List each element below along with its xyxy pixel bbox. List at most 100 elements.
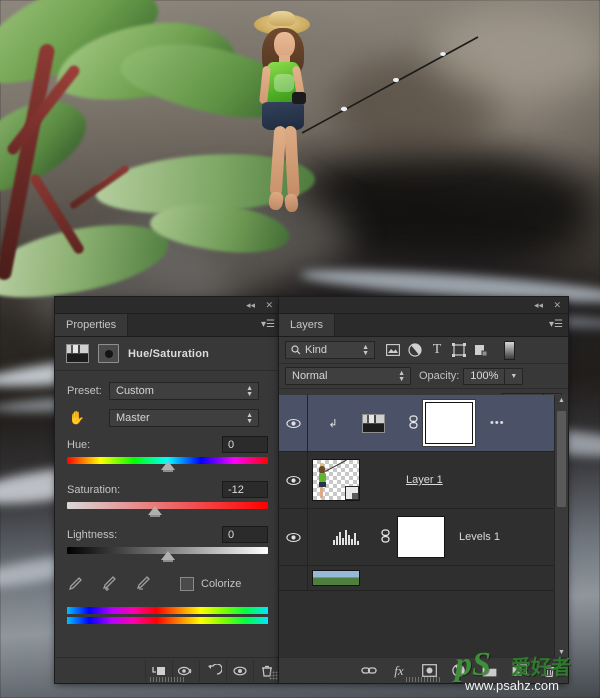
colorize-option[interactable]: Colorize — [180, 576, 241, 591]
hue-slider[interactable] — [67, 456, 268, 472]
reset-adjustment-icon[interactable] — [198, 659, 226, 682]
layer-thumbnail[interactable] — [312, 459, 360, 501]
new-adjustment-layer-icon[interactable] — [444, 660, 474, 682]
layer-name[interactable]: Levels 1 — [459, 531, 500, 543]
filter-enable-toggle[interactable] — [498, 340, 520, 360]
layer-visibility-toggle[interactable] — [279, 452, 308, 508]
lightness-slider[interactable] — [67, 546, 268, 562]
filter-kind-label: Kind — [305, 344, 328, 356]
table-row[interactable]: ↲ ••• — [279, 395, 568, 452]
colorize-checkbox[interactable] — [180, 576, 194, 591]
layer-name[interactable]: Layer 1 — [406, 474, 443, 486]
layers-panel[interactable]: ◂◂ ✕ Layers ▾☰ Kind ▲ ▼ T Normal ▲ ▼ Opa… — [279, 297, 568, 683]
composited-girl-image — [236, 11, 328, 266]
blend-mode-value: Normal — [292, 370, 328, 382]
preset-row: Preset: Custom ▲ ▼ — [67, 382, 268, 400]
search-icon — [291, 345, 301, 355]
lightness-slider-knob[interactable] — [160, 551, 175, 562]
link-layers-icon[interactable] — [354, 660, 384, 682]
levels-thumbnail[interactable] — [333, 529, 359, 545]
layers-tab-strip[interactable]: Layers ▾☰ — [279, 314, 568, 337]
layer-mask-icon[interactable] — [98, 344, 119, 363]
collapse-icon[interactable]: ◂◂ — [246, 299, 255, 311]
on-image-adjust-icon[interactable]: ✋ — [67, 409, 87, 427]
saturation-slider-knob[interactable] — [148, 506, 163, 517]
layer-visibility-toggle[interactable] — [279, 395, 308, 451]
layer-visibility-toggle[interactable] — [279, 509, 308, 565]
scroll-down-icon[interactable]: ▼ — [555, 649, 568, 656]
hue-slider-knob[interactable] — [160, 461, 175, 472]
table-row[interactable]: Levels 1 — [279, 509, 568, 566]
opacity-value[interactable]: 100% — [463, 367, 506, 385]
filter-pixel-layers-icon[interactable] — [382, 341, 404, 359]
filter-shape-layers-icon[interactable] — [448, 341, 470, 359]
hue-row: Hue: 0 — [67, 436, 268, 453]
layer-visibility-toggle[interactable] — [279, 566, 308, 590]
chevron-updown-icon: ▲ ▼ — [362, 344, 369, 357]
link-mask-icon[interactable] — [405, 414, 421, 432]
girl-shorts — [262, 102, 304, 130]
layer-mask-thumbnail[interactable] — [397, 516, 445, 558]
tab-properties[interactable]: Properties — [55, 314, 129, 336]
preset-value: Custom — [116, 385, 154, 397]
saturation-label: Saturation: — [67, 483, 121, 496]
filter-smart-object-layers-icon[interactable] — [470, 341, 492, 359]
close-icon[interactable]: ✕ — [553, 299, 561, 311]
chevron-updown-icon: ▲ ▼ — [246, 412, 253, 425]
filter-adjustment-layers-icon[interactable] — [404, 341, 426, 359]
lightness-row: Lightness: 0 — [67, 526, 268, 543]
panel-menu-icon[interactable]: ▾☰ — [549, 319, 563, 330]
scroll-up-icon[interactable]: ▲ — [555, 397, 568, 404]
properties-panel[interactable]: ◂◂ ✕ Properties ▾☰ Hue/Saturation Preset… — [55, 297, 280, 683]
saturation-slider[interactable] — [67, 501, 268, 517]
panel-drag-grip[interactable] — [149, 677, 186, 682]
properties-tab-strip[interactable]: Properties ▾☰ — [55, 314, 280, 337]
collapse-icon[interactable]: ◂◂ — [534, 299, 543, 311]
panel-drag-grip[interactable] — [405, 677, 442, 682]
eyedropper-add-icon[interactable] — [101, 575, 118, 592]
layer-thumbnail[interactable] — [312, 570, 360, 586]
filter-kind-select[interactable]: Kind ▲ ▼ — [285, 341, 375, 359]
hue-saturation-thumbnail[interactable] — [362, 413, 385, 433]
opacity-dropdown-icon[interactable]: ▼ — [505, 367, 524, 385]
close-icon[interactable]: ✕ — [265, 299, 273, 311]
layer-list-scrollbar[interactable]: ▲ ▼ — [554, 395, 568, 658]
scrollbar-thumb[interactable] — [557, 411, 566, 507]
layers-titlebar[interactable]: ◂◂ ✕ — [279, 297, 568, 314]
eyedropper-icon[interactable] — [67, 575, 84, 592]
eyedropper-subtract-icon[interactable] — [135, 575, 152, 592]
preset-select[interactable]: Custom ▲ ▼ — [109, 382, 259, 400]
table-row[interactable]: Layer 1 — [279, 452, 568, 509]
girl-foot-front — [267, 191, 285, 211]
link-mask-icon[interactable] — [377, 528, 393, 546]
channel-select[interactable]: Master ▲ ▼ — [109, 409, 259, 427]
resize-grip-icon[interactable] — [269, 671, 278, 680]
delete-layer-icon[interactable] — [534, 660, 564, 682]
tab-strip-filler — [128, 314, 280, 336]
filter-type-layers-icon[interactable]: T — [426, 341, 448, 359]
panel-menu-icon[interactable]: ▾☰ — [261, 319, 275, 330]
layer-overflow-icon[interactable]: ••• — [490, 417, 505, 429]
toggle-layer-visibility-icon[interactable] — [225, 659, 253, 682]
layer-mask-thumbnail[interactable] — [425, 402, 473, 444]
girl-hat-crown — [269, 11, 295, 26]
lightness-value-field[interactable]: 0 — [222, 526, 268, 543]
tab-layers[interactable]: Layers — [279, 314, 336, 336]
hue-label: Hue: — [67, 438, 91, 451]
new-group-icon[interactable] — [474, 660, 504, 682]
saturation-value-field[interactable]: -12 — [222, 481, 268, 498]
blend-mode-select[interactable]: Normal ▲ ▼ — [285, 367, 411, 385]
eyedropper-row: Colorize — [67, 575, 268, 592]
new-layer-icon[interactable] — [504, 660, 534, 682]
properties-titlebar[interactable]: ◂◂ ✕ — [55, 297, 280, 314]
layer-list[interactable]: ↲ ••• Layer 1 Levels 1 ▲ ▼ — [279, 395, 568, 658]
footer-spacer — [55, 660, 145, 682]
spectrum-bar-bottom[interactable] — [67, 617, 268, 624]
chevron-updown-icon: ▲ ▼ — [398, 370, 405, 383]
bokeh-rock-light — [430, 8, 600, 98]
saturation-row: Saturation: -12 — [67, 481, 268, 498]
hue-value-field[interactable]: 0 — [222, 436, 268, 453]
adjustment-title: Hue/Saturation — [128, 347, 210, 360]
spectrum-bar-top — [67, 607, 268, 614]
table-row[interactable] — [279, 566, 568, 591]
